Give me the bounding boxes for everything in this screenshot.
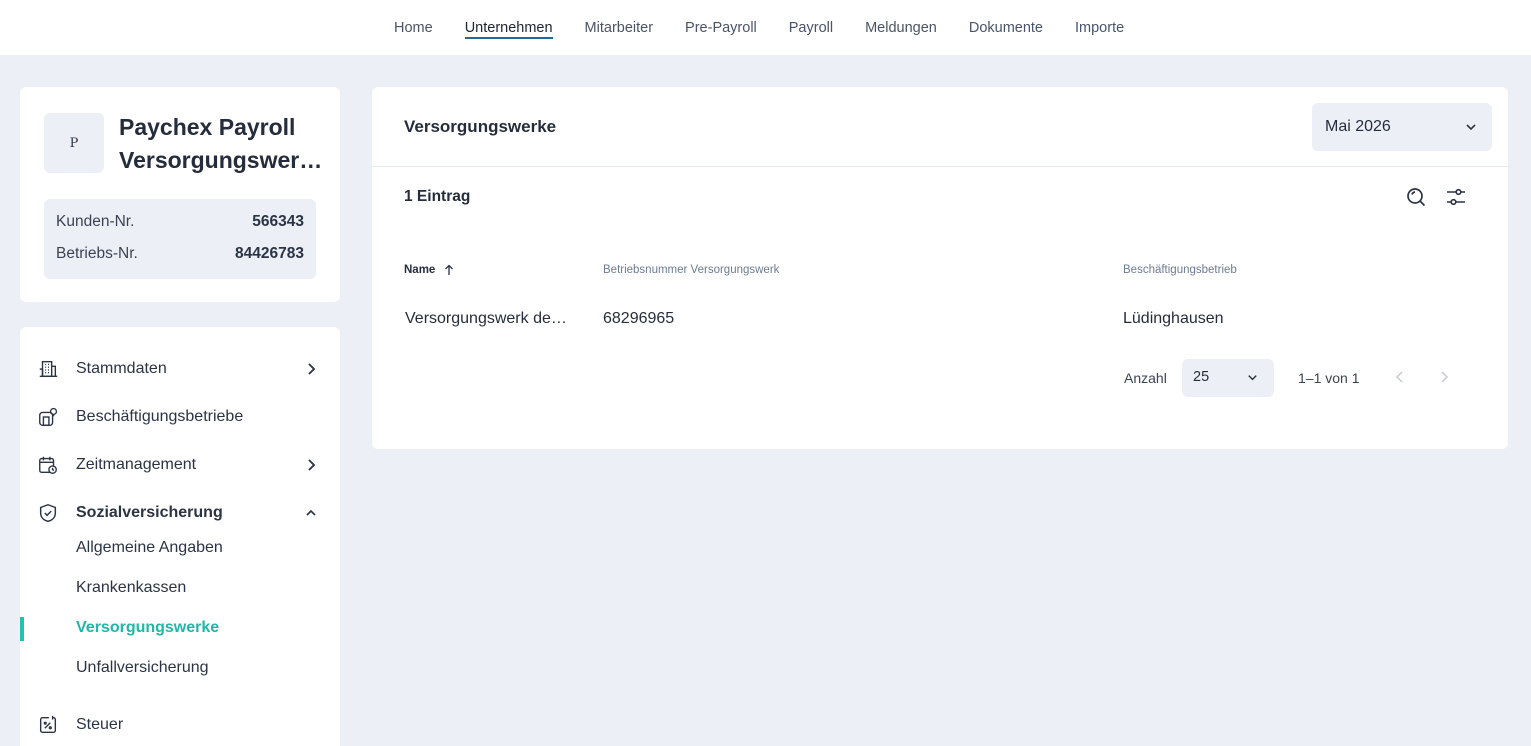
tab-dokumente[interactable]: Dokumente <box>969 0 1043 55</box>
tab-pre-payroll[interactable]: Pre-Payroll <box>685 0 757 55</box>
tab-home[interactable]: Home <box>394 0 433 55</box>
chevron-right-icon <box>308 459 316 471</box>
sidebar-subitem-label: Krankenkassen <box>76 579 187 596</box>
next-page-icon[interactable] <box>1436 369 1452 385</box>
month-select[interactable]: Mai 2026 <box>1312 103 1492 151</box>
sidebar-subitem-label: Versorgungswerke <box>76 619 220 636</box>
page-size-label: Anzahl <box>1124 370 1167 386</box>
company-name: Paychex Payroll Versorgungswerke <box>119 111 324 177</box>
office-location-icon <box>39 407 58 426</box>
business-number-label: Betriebs-Nr. <box>56 245 138 262</box>
top-nav-tabs: Home Unternehmen Mitarbeiter Pre-Payroll… <box>394 0 1156 55</box>
sidebar-subitem-label: Allgemeine Angaben <box>76 539 223 556</box>
column-header-name-label: Name <box>404 264 436 276</box>
main-card: Versorgungswerke Mai 2026 1 Eintrag Name… <box>372 87 1508 449</box>
top-navigation: Home Unternehmen Mitarbeiter Pre-Payroll… <box>0 0 1531 55</box>
sidebar-subitem-unfallversicherung[interactable]: Unfallversicherung <box>20 650 340 686</box>
sidebar-subitem-label: Unfallversicherung <box>76 659 209 676</box>
company-logo: P <box>44 113 104 173</box>
previous-page-icon[interactable] <box>1392 369 1408 385</box>
pagination-range: 1–1 von 1 <box>1298 370 1360 386</box>
header-divider <box>372 166 1508 167</box>
entry-count: 1 Eintrag <box>404 188 471 205</box>
shield-icon <box>39 503 57 523</box>
column-header-betriebsnummer[interactable]: Betriebsnummer Versorgungswerk <box>603 264 779 276</box>
company-name-line1: Paychex Payroll <box>119 114 296 140</box>
cell-beschaeftigungsbetrieb: Lüdinghausen <box>1123 310 1224 327</box>
chevron-down-icon <box>1466 124 1476 131</box>
cell-name: Versorgungswerk der Zahnärzte <box>405 310 571 327</box>
business-number-row: Betriebs-Nr. 84426783 <box>56 245 304 263</box>
tax-percent-icon <box>39 715 57 734</box>
sidebar-menu: Stammdaten Beschäftigungsbetriebe Zeitma… <box>20 327 340 746</box>
page-size-value: 25 <box>1193 369 1210 385</box>
tab-payroll[interactable]: Payroll <box>789 0 833 55</box>
sidebar-item-label: Stammdaten <box>76 360 167 377</box>
business-number-value: 84426783 <box>235 245 304 262</box>
sidebar-subitem-versorgungswerke[interactable]: Versorgungswerke <box>20 610 340 646</box>
column-header-name[interactable]: Name <box>404 264 455 276</box>
chevron-down-icon <box>1248 375 1257 381</box>
building-icon <box>39 360 58 378</box>
tab-mitarbeiter[interactable]: Mitarbeiter <box>585 0 654 55</box>
tab-meldungen[interactable]: Meldungen <box>865 0 937 55</box>
company-ids: Kunden-Nr. 566343 Betriebs-Nr. 84426783 <box>44 199 316 279</box>
sidebar-item-zeitmanagement[interactable]: Zeitmanagement <box>20 445 340 485</box>
column-header-beschaeftigungsbetrieb[interactable]: Beschäftigungsbetrieb <box>1123 264 1237 276</box>
sidebar-item-sozialversicherung[interactable]: Sozialversicherung <box>20 493 340 533</box>
sidebar-item-stammdaten[interactable]: Stammdaten <box>20 349 340 389</box>
sidebar-item-label: Sozialversicherung <box>76 504 223 521</box>
customer-number-row: Kunden-Nr. 566343 <box>56 213 304 231</box>
company-name-line2: Versorgungswerke <box>119 147 324 173</box>
sidebar-item-label: Zeitmanagement <box>76 456 197 473</box>
sidebar-item-steuer[interactable]: Steuer <box>20 705 340 745</box>
sidebar-item-beschaeftigungsbetriebe[interactable]: Beschäftigungsbetriebe <box>20 397 340 437</box>
calendar-clock-icon <box>39 456 57 474</box>
company-card: P Paychex Payroll Versorgungswerke Kunde… <box>20 87 340 302</box>
chevron-right-icon <box>308 363 316 375</box>
tab-importe[interactable]: Importe <box>1075 0 1124 55</box>
filter-sliders-icon[interactable] <box>1444 185 1468 209</box>
cell-betriebsnummer: 68296965 <box>603 310 675 327</box>
month-select-value: Mai 2026 <box>1325 118 1391 135</box>
page-size-select[interactable]: 25 <box>1182 359 1274 397</box>
tab-unternehmen[interactable]: Unternehmen <box>464 0 553 55</box>
sidebar-item-label: Steuer <box>76 716 124 733</box>
customer-number-value: 566343 <box>252 213 304 230</box>
sidebar-subitem-allgemeine-angaben[interactable]: Allgemeine Angaben <box>20 530 340 566</box>
customer-number-label: Kunden-Nr. <box>56 213 135 230</box>
sidebar-subitem-krankenkassen[interactable]: Krankenkassen <box>20 570 340 606</box>
search-icon[interactable] <box>1404 185 1428 209</box>
chevron-up-icon <box>306 509 316 516</box>
sidebar-item-label: Beschäftigungsbetriebe <box>76 408 244 425</box>
page-title: Versorgungswerke <box>404 117 557 136</box>
sort-ascending-icon <box>445 264 454 275</box>
